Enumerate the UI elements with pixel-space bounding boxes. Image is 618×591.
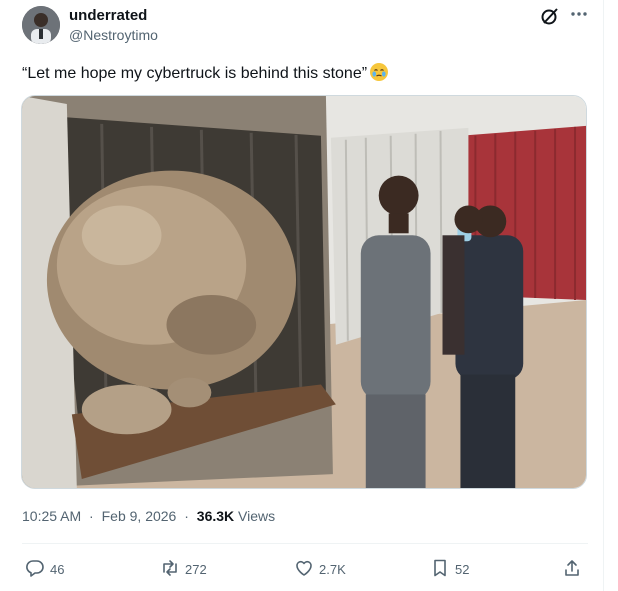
bookmark-count: 52 — [455, 561, 470, 577]
heart-icon — [294, 558, 314, 581]
face-holding-back-tears-emoji — [369, 62, 389, 82]
bookmark-icon — [430, 558, 450, 581]
tweet-card: underrated @Nestroytimo “Let me hope my … — [0, 0, 604, 591]
separator: · — [89, 508, 94, 524]
reply-button[interactable]: 46 — [25, 556, 64, 582]
separator: · — [184, 508, 189, 524]
tweet-time[interactable]: 10:25 AM — [22, 508, 81, 524]
reply-icon — [25, 558, 45, 581]
like-button[interactable]: 2.7K — [294, 556, 346, 582]
action-bar: 46 272 2.7K 52 — [0, 556, 604, 582]
user-handle[interactable]: @Nestroytimo — [69, 27, 158, 43]
like-count: 2.7K — [319, 561, 346, 577]
repost-count: 272 — [185, 561, 207, 577]
more-options-icon[interactable] — [568, 4, 590, 24]
tweet-text-body: “Let me hope my cybertruck is behind thi… — [22, 65, 368, 82]
repost-icon — [160, 558, 180, 581]
divider — [22, 543, 588, 544]
grok-icon[interactable] — [540, 6, 560, 26]
tweet-photo[interactable] — [21, 95, 587, 489]
bookmark-button[interactable]: 52 — [430, 556, 469, 582]
reply-count: 46 — [50, 561, 65, 577]
repost-button[interactable]: 272 — [160, 556, 207, 582]
tweet-date[interactable]: Feb 9, 2026 — [102, 508, 177, 524]
share-icon — [562, 558, 582, 581]
avatar[interactable] — [22, 6, 60, 44]
tweet-text: “Let me hope my cybertruck is behind thi… — [22, 62, 389, 83]
share-button[interactable] — [562, 556, 582, 582]
tweet-meta: 10:25 AM · Feb 9, 2026 · 36.3K Views — [22, 508, 275, 524]
views-label: Views — [238, 508, 276, 524]
display-name[interactable]: underrated — [69, 7, 147, 24]
views-count: 36.3K — [196, 508, 235, 524]
